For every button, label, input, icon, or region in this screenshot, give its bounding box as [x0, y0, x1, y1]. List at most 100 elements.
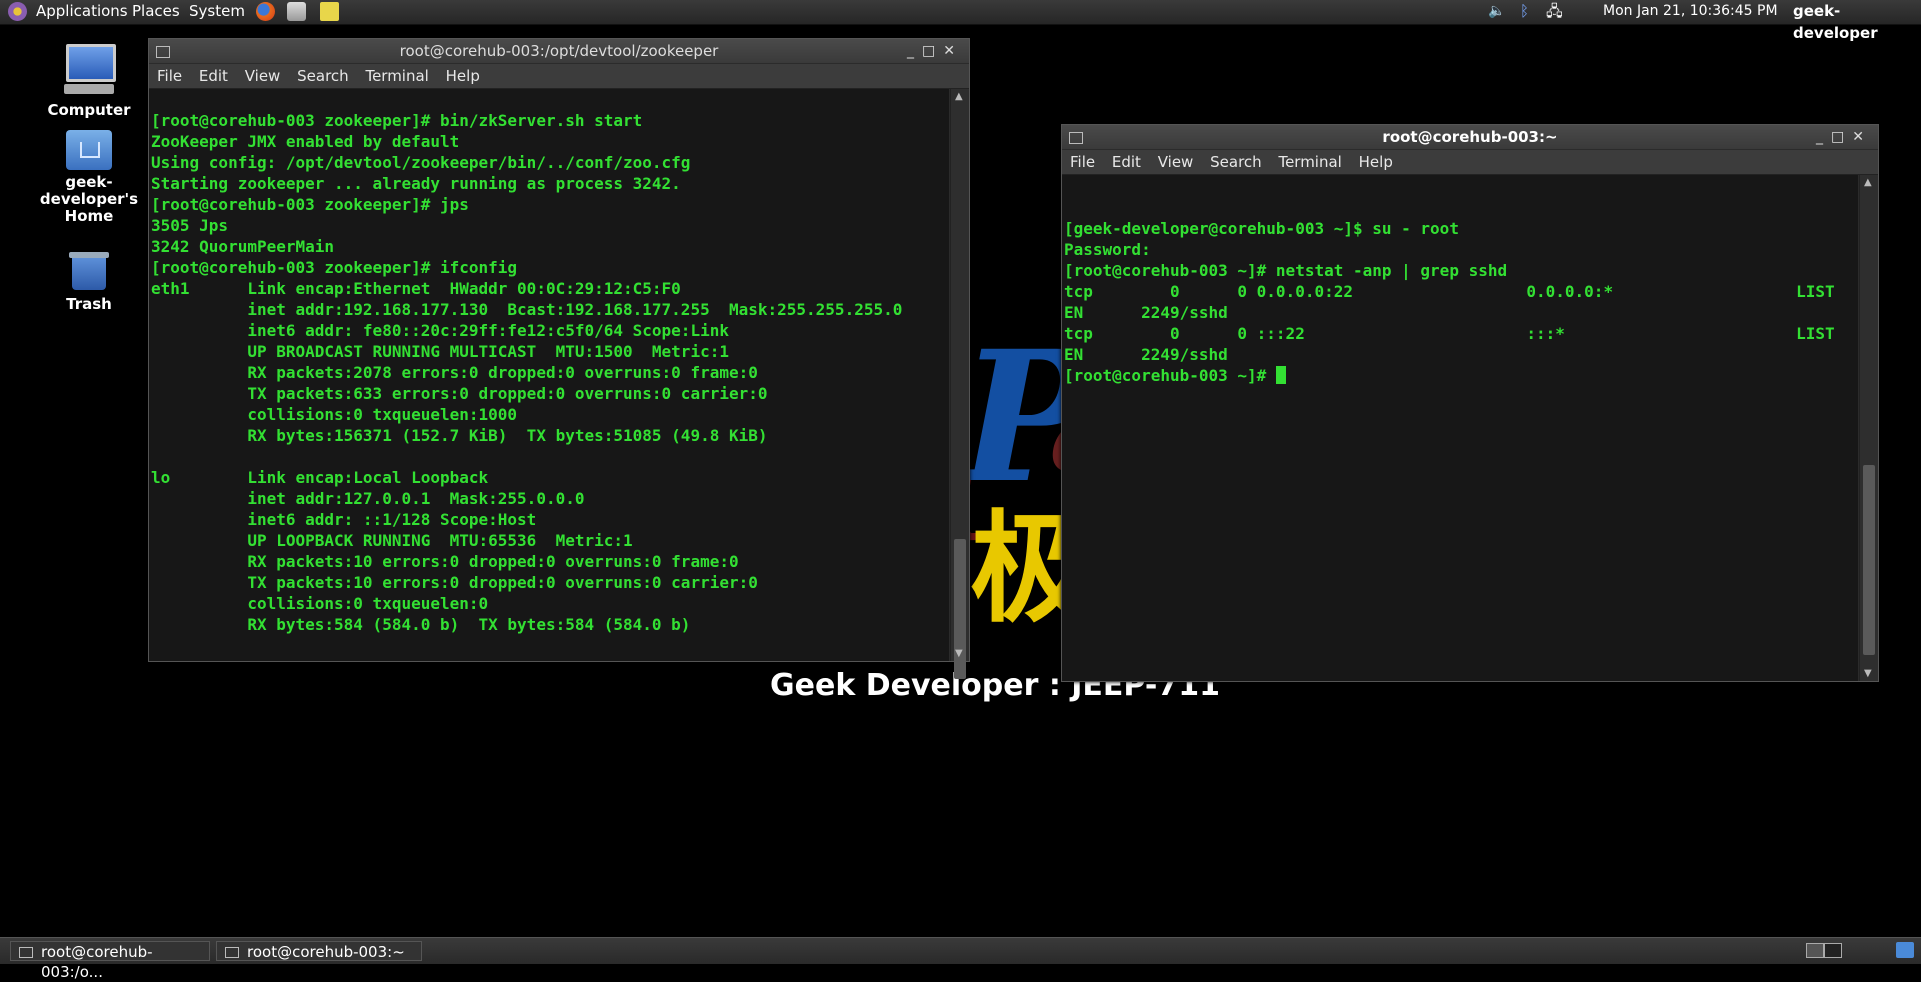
terminal-icon	[156, 46, 170, 58]
user-name[interactable]: geek-developer	[1793, 0, 1921, 42]
menu-edit[interactable]: Edit	[1112, 153, 1141, 171]
text-editor-icon[interactable]	[320, 2, 339, 21]
computer-icon	[64, 44, 116, 98]
taskbar-item-label: root@corehub-003:~	[247, 943, 405, 961]
terminal-line: tcp 0 0 :::22 :::* LIST	[1064, 324, 1835, 343]
menu-view[interactable]: View	[1158, 153, 1194, 171]
desktop-icon-trash[interactable]: Trash	[34, 248, 144, 313]
scroll-up-icon[interactable]: ▲	[955, 91, 963, 102]
close-icon[interactable]: ✕	[1852, 129, 1872, 145]
scrollbar-thumb[interactable]	[1863, 465, 1875, 655]
scrollbar[interactable]: ▲ ▼	[1859, 175, 1878, 681]
desktop-icon-home[interactable]: geek-developer's Home	[34, 130, 144, 225]
terminal-line: 3242 QuorumPeerMain	[151, 237, 335, 256]
volume-icon[interactable]: 🔈	[1488, 0, 1505, 24]
close-icon[interactable]: ✕	[943, 43, 963, 59]
firefox-icon[interactable]	[256, 2, 275, 21]
menu-file[interactable]: File	[1070, 153, 1095, 171]
terminal-line: ZooKeeper JMX enabled by default	[151, 132, 460, 151]
mail-client-icon[interactable]	[287, 2, 306, 21]
window-titlebar[interactable]: root@corehub-003:/opt/devtool/zookeeper …	[149, 39, 969, 63]
terminal-line: Using config: /opt/devtool/zookeeper/bin…	[151, 153, 691, 172]
terminal-line: EN 2249/sshd	[1064, 303, 1228, 322]
terminal-line: [geek-developer@corehub-003 ~]$ su - roo…	[1064, 219, 1459, 238]
terminal-line: [root@corehub-003 zookeeper]# ifconfig	[151, 258, 518, 277]
clock[interactable]: Mon Jan 21, 10:36:45 PM	[1603, 0, 1778, 24]
menu-system[interactable]: System	[189, 0, 245, 24]
menu-view[interactable]: View	[245, 67, 281, 85]
window-titlebar[interactable]: root@corehub-003:~ _□✕	[1062, 125, 1878, 149]
menu-search[interactable]: Search	[1210, 153, 1262, 171]
taskbar-item-zookeeper[interactable]: root@corehub-003:/o...	[10, 941, 210, 981]
text-cursor	[1275, 366, 1286, 384]
terminal-line: EN 2249/sshd	[1064, 345, 1228, 364]
desktop-icon-computer[interactable]: Computer	[34, 44, 144, 119]
show-desktop-icon[interactable]	[1896, 942, 1914, 958]
bottom-taskbar: root@corehub-003:/o... root@corehub-003:…	[0, 937, 1921, 981]
bluetooth-icon[interactable]: ᛒ	[1520, 0, 1529, 24]
terminal-line: lo Link encap:Local Loopback	[151, 468, 489, 487]
taskbar-item-root[interactable]: root@corehub-003:~	[216, 941, 422, 961]
terminal-line: inet6 addr: fe80::20c:29ff:fe12:c5f0/64 …	[151, 321, 729, 340]
scroll-up-icon[interactable]: ▲	[1864, 177, 1872, 188]
terminal-icon	[225, 947, 239, 958]
minimize-icon[interactable]: _	[907, 43, 922, 59]
scrollbar[interactable]: ▲ ▼	[950, 89, 969, 679]
terminal-line: inet6 addr: ::1/128 Scope:Host	[151, 510, 537, 529]
terminal-line: [root@corehub-003 zookeeper]# jps	[151, 195, 469, 214]
terminal-line: eth1 Link encap:Ethernet HWaddr 00:0C:29…	[151, 279, 681, 298]
menu-edit[interactable]: Edit	[199, 67, 228, 85]
terminal-line: 3505 Jps	[151, 216, 229, 235]
terminal-window-root[interactable]: root@corehub-003:~ _□✕ File Edit View Se…	[1061, 124, 1879, 682]
network-icon[interactable]: 🖧	[1546, 0, 1563, 24]
taskbar-item-label: root@corehub-003:/o...	[41, 943, 153, 981]
menu-file[interactable]: File	[157, 67, 182, 85]
terminal-line: UP LOOPBACK RUNNING MTU:65536 Metric:1	[151, 531, 633, 550]
terminal-output[interactable]: [geek-developer@corehub-003 ~]$ su - roo…	[1062, 175, 1858, 681]
window-title: root@corehub-003:~	[1382, 128, 1558, 146]
terminal-line: RX bytes:156371 (152.7 KiB) TX bytes:510…	[151, 426, 768, 445]
terminal-line: TX packets:633 errors:0 dropped:0 overru…	[151, 384, 768, 403]
workspace-switcher[interactable]	[1806, 943, 1842, 958]
home-folder-icon	[66, 130, 112, 170]
terminal-line: inet addr:192.168.177.130 Bcast:192.168.…	[151, 300, 903, 319]
terminal-line: Password:	[1064, 240, 1151, 259]
terminal-icon	[19, 947, 33, 958]
menu-places[interactable]: Places	[132, 0, 180, 24]
top-panel: Applications Places System 🔈 ᛒ 🖧 Mon Jan…	[0, 0, 1921, 42]
distro-logo-icon	[8, 2, 27, 21]
terminal-output[interactable]: [root@corehub-003 zookeeper]# bin/zkServ…	[149, 89, 949, 661]
terminal-line: RX bytes:584 (584.0 b) TX bytes:584 (584…	[151, 615, 691, 634]
terminal-line: RX packets:2078 errors:0 dropped:0 overr…	[151, 363, 758, 382]
terminal-line: [root@corehub-003 ~]# netstat -anp | gre…	[1064, 261, 1508, 280]
terminal-prompt: [root@corehub-003 ~]#	[1064, 366, 1276, 385]
terminal-line: collisions:0 txqueuelen:0	[151, 594, 489, 613]
maximize-icon[interactable]: □	[1831, 129, 1852, 145]
terminal-line: [root@corehub-003 zookeeper]# bin/zkServ…	[151, 111, 643, 130]
terminal-line: RX packets:10 errors:0 dropped:0 overrun…	[151, 552, 739, 571]
window-title: root@corehub-003:/opt/devtool/zookeeper	[399, 42, 719, 60]
terminal-line: tcp 0 0 0.0.0.0:22 0.0.0.0:* LIST	[1064, 282, 1835, 301]
menu-help[interactable]: Help	[1359, 153, 1393, 171]
menu-search[interactable]: Search	[297, 67, 349, 85]
terminal-prompt-line: [root@corehub-003 ~]#	[1064, 365, 1858, 386]
maximize-icon[interactable]: □	[922, 43, 943, 59]
menu-help[interactable]: Help	[446, 67, 480, 85]
window-menubar: File Edit View Search Terminal Help	[149, 64, 969, 89]
menu-terminal[interactable]: Terminal	[365, 67, 428, 85]
window-menubar: File Edit View Search Terminal Help	[1062, 150, 1878, 175]
scroll-down-icon[interactable]: ▼	[1864, 668, 1872, 679]
desktop-icon-label: Trash	[66, 295, 112, 313]
desktop-icon-label: Computer	[47, 101, 131, 119]
terminal-line: TX packets:10 errors:0 dropped:0 overrun…	[151, 573, 758, 592]
menu-terminal[interactable]: Terminal	[1278, 153, 1341, 171]
minimize-icon[interactable]: _	[1816, 129, 1831, 145]
terminal-line: inet addr:127.0.0.1 Mask:255.0.0.0	[151, 489, 585, 508]
desktop-icon-label: geek-developer's Home	[39, 173, 139, 225]
terminal-window-zookeeper[interactable]: root@corehub-003:/opt/devtool/zookeeper …	[148, 38, 970, 679]
scroll-down-icon[interactable]: ▼	[955, 648, 963, 659]
menu-applications[interactable]: Applications	[36, 0, 128, 24]
terminal-line: Starting zookeeper ... already running a…	[151, 174, 681, 193]
